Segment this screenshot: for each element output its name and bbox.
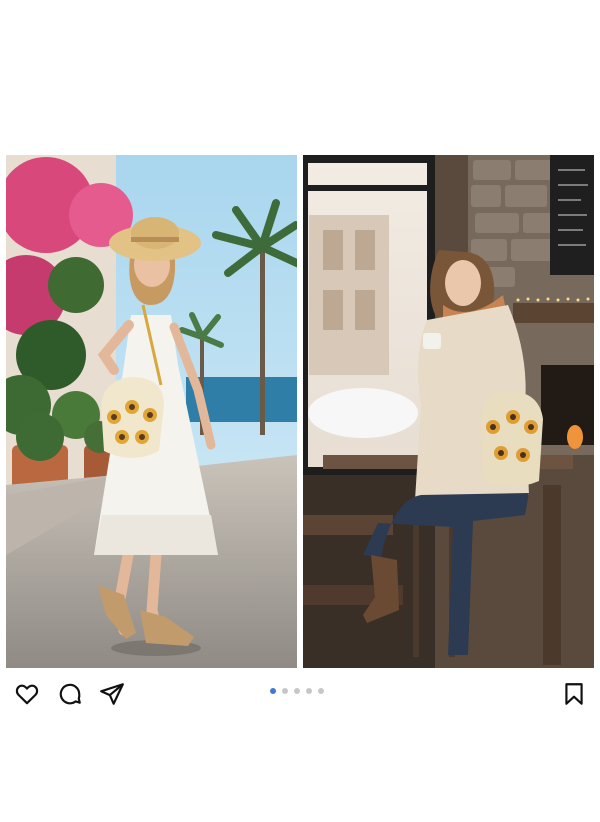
share-icon[interactable] — [97, 679, 127, 709]
carousel-dot-2[interactable] — [282, 688, 288, 694]
carousel-dot-1[interactable] — [270, 688, 276, 694]
comment-icon[interactable] — [55, 679, 85, 709]
carousel-dot-4[interactable] — [306, 688, 312, 694]
carousel-dot-3[interactable] — [294, 688, 300, 694]
summer-white-dress-photo — [6, 155, 297, 668]
post-media[interactable] — [6, 155, 594, 668]
carousel-indicator — [270, 687, 324, 695]
bookmark-icon[interactable] — [559, 679, 589, 709]
carousel-dot-5[interactable] — [318, 688, 324, 694]
heart-icon[interactable] — [12, 679, 42, 709]
cafe-sweater-photo — [303, 155, 594, 668]
